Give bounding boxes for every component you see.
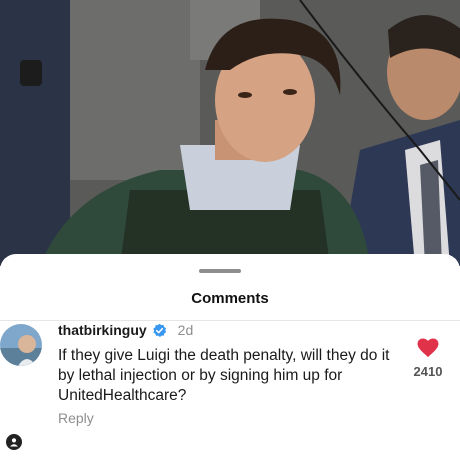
post-photo-illustration [0, 0, 460, 266]
like-count: 2410 [413, 364, 443, 379]
post-photo [0, 0, 460, 266]
comments-sheet: Comments thatbirkinguy 2d If they give L… [0, 254, 460, 456]
profile-icon[interactable] [6, 434, 22, 450]
verified-badge-icon [153, 323, 166, 337]
avatar-image [0, 324, 42, 366]
comment-username[interactable]: thatbirkinguy [58, 322, 147, 338]
avatar[interactable] [0, 324, 42, 366]
reply-button[interactable]: Reply [58, 410, 94, 426]
sheet-title: Comments [191, 290, 269, 307]
heart-icon[interactable] [417, 338, 439, 358]
comment-header: thatbirkinguy 2d [58, 321, 193, 339]
sheet-drag-handle[interactable] [199, 269, 241, 273]
comment-age: 2d [177, 322, 194, 338]
comment-text: If they give Luigi the death penalty, wi… [58, 347, 390, 404]
profile-glyph [10, 438, 18, 447]
